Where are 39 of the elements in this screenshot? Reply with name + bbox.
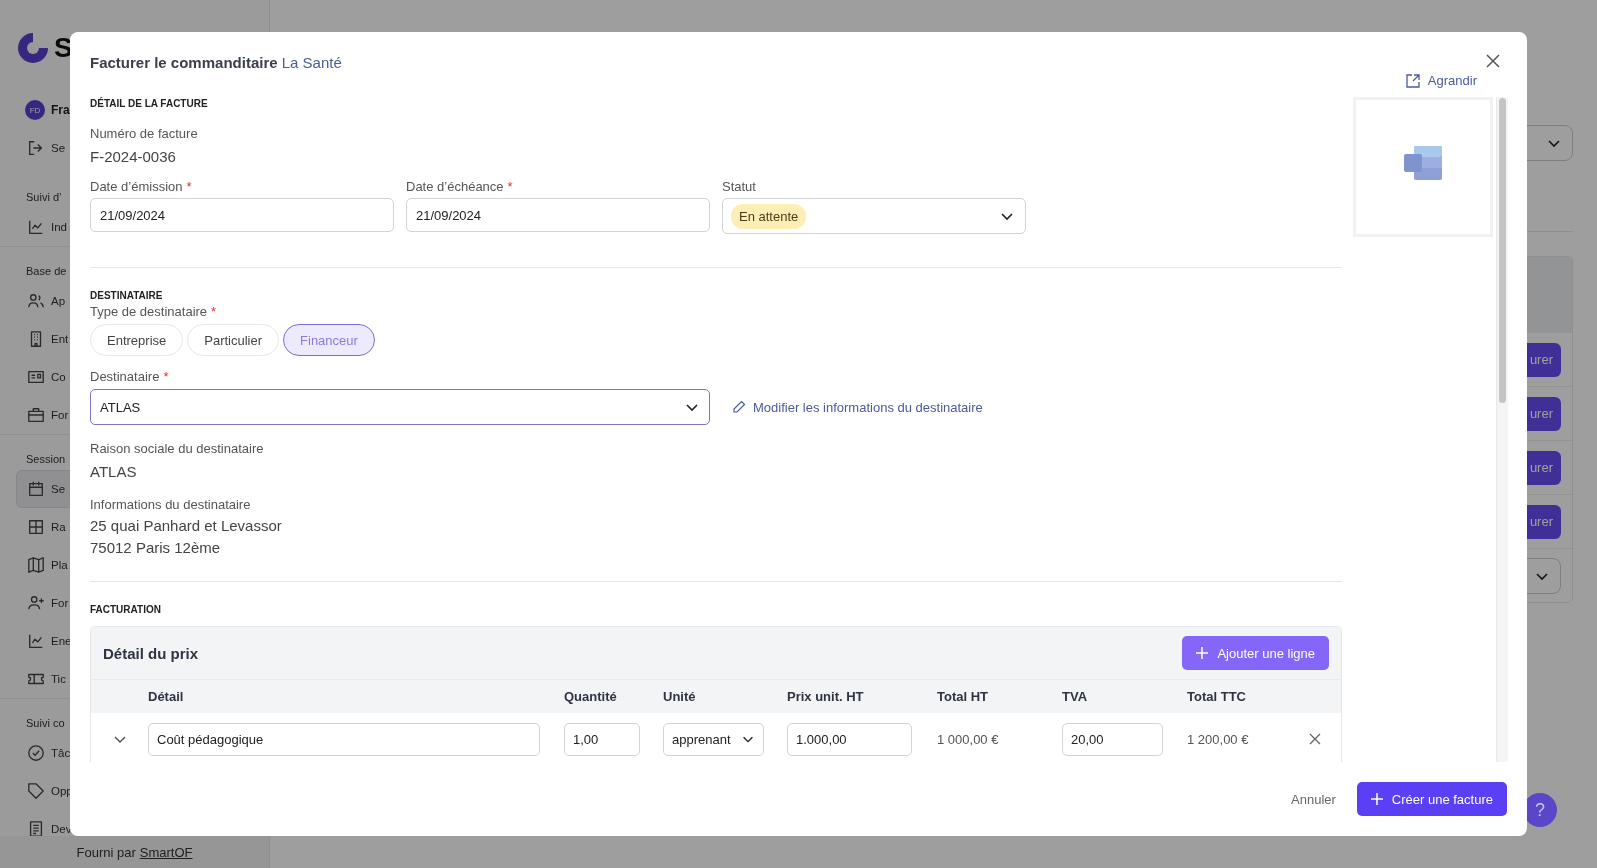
section-heading: FACTURATION xyxy=(90,604,162,617)
company-name: ATLAS xyxy=(90,463,138,481)
column-header: Quantité xyxy=(564,689,618,704)
status-badge: En attente xyxy=(731,203,807,229)
column-header: Prix unit. HT xyxy=(787,689,865,704)
section-heading: Base de xyxy=(25,264,68,279)
column-header: TVA xyxy=(1062,689,1089,704)
column-header: Détail xyxy=(148,689,185,704)
table-cell-text: 1 000,00 € xyxy=(937,731,1000,747)
column-header: Unité xyxy=(663,689,697,704)
field-label: Statut xyxy=(722,179,756,195)
section-heading: DÉTAIL DE LA FACTURE xyxy=(90,98,209,111)
field-label: Date d’échéance xyxy=(406,179,504,195)
required-mark: * xyxy=(186,179,192,195)
card-title: Détail du prix xyxy=(103,644,199,662)
dialog-subtitle: La Santé xyxy=(281,54,342,71)
section-heading: Session xyxy=(25,452,67,467)
dialog-title: Facturer le commanditaire xyxy=(90,54,278,71)
section-heading: DESTINATAIRE xyxy=(90,290,164,303)
field-label: Informations du destinataire xyxy=(90,497,252,513)
table-cell-text: 1 200,00 € xyxy=(1187,731,1250,747)
user-name: Fra xyxy=(51,103,70,117)
column-header: Total HT xyxy=(937,689,990,704)
field-label: Type de destinataire xyxy=(90,304,208,320)
powered-by-text: Fourni par SmartOF xyxy=(0,836,269,868)
column-header: Total TTC xyxy=(1187,689,1247,704)
required-mark: * xyxy=(163,369,169,385)
avatar: FD xyxy=(25,100,45,120)
field-label: Date d’émission xyxy=(90,179,183,195)
field-label: Numéro de facture xyxy=(90,126,199,142)
invoice-number: F-2024-0036 xyxy=(90,148,177,166)
section-heading: Suivi co xyxy=(25,716,66,731)
address-line: 25 quai Panhard et Levassor xyxy=(90,517,283,535)
required-mark: * xyxy=(211,304,217,320)
address-line: 75012 Paris 12ème xyxy=(90,539,222,557)
field-label: Destinataire xyxy=(90,369,160,385)
field-label: Raison sociale du destinataire xyxy=(90,441,265,457)
required-mark: * xyxy=(507,179,513,195)
section-heading: Suivi d’ xyxy=(25,190,63,205)
